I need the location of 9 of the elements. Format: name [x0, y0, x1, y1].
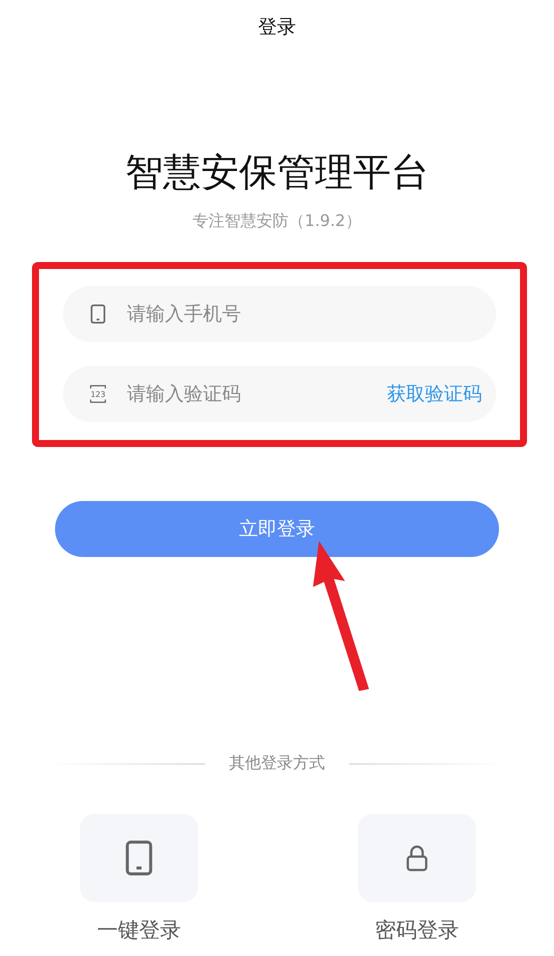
app-subtitle: 专注智慧安防（1.9.2） [192, 210, 362, 232]
login-option-tile[interactable] [80, 814, 198, 902]
app-title: 智慧安保管理平台 [125, 149, 429, 196]
section-label: 其他登录方式 [229, 753, 325, 774]
login-option-tile[interactable] [358, 814, 476, 902]
login-option-label[interactable]: 密码登录 [375, 916, 459, 944]
page-title: 登录 [258, 15, 296, 40]
login-option-label[interactable]: 一键登录 [97, 916, 181, 944]
input-field[interactable]: 请输入手机号 [63, 286, 496, 342]
